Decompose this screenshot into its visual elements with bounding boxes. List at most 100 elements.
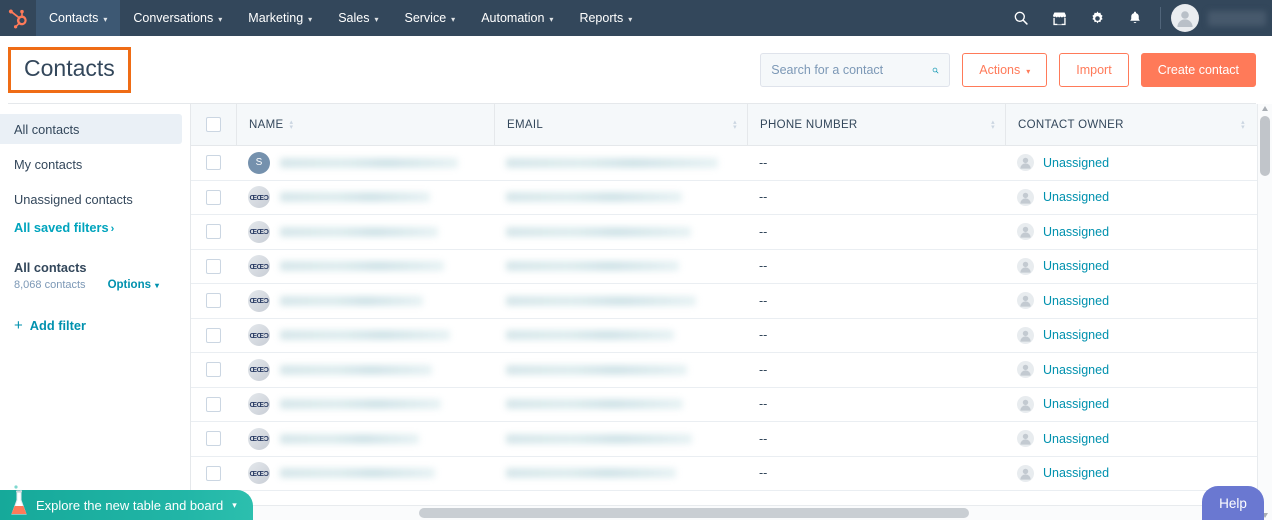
vertical-scrollbar[interactable] (1257, 104, 1272, 520)
all-saved-filters-link[interactable]: All saved filters › (0, 220, 190, 235)
nav-item-sales[interactable]: Sales ▾ (325, 0, 391, 36)
cell-name[interactable]: ŒŒƆ (236, 388, 494, 422)
table-row[interactable]: ŒŒƆ -- Unassigned (191, 456, 1272, 491)
hubspot-logo[interactable] (0, 0, 36, 36)
row-select-cell (191, 465, 236, 481)
table-row[interactable]: ŒŒƆ -- Unassigned (191, 387, 1272, 422)
table-row[interactable]: ŒŒƆ -- Unassigned (191, 249, 1272, 284)
table-row[interactable]: S -- Unassigned (191, 146, 1272, 181)
sort-icon[interactable]: ▴ ▾ (991, 119, 995, 131)
contact-name-redacted (280, 364, 432, 375)
table-row[interactable]: ŒŒƆ -- Unassigned (191, 353, 1272, 388)
contact-owner-link[interactable]: Unassigned (1043, 225, 1109, 239)
contact-owner-link[interactable]: Unassigned (1043, 363, 1109, 377)
nav-item-automation[interactable]: Automation ▾ (468, 0, 566, 36)
contact-owner-link[interactable]: Unassigned (1043, 466, 1109, 480)
column-header-name[interactable]: NAME ▴ ▾ (236, 104, 494, 146)
avatar[interactable] (1171, 4, 1199, 32)
cell-name[interactable]: ŒŒƆ (236, 284, 494, 318)
actions-button[interactable]: Actions ▾ (962, 53, 1048, 87)
nav-item-reports[interactable]: Reports ▾ (566, 0, 645, 36)
contact-owner-link[interactable]: Unassigned (1043, 397, 1109, 411)
table-row[interactable]: ŒŒƆ -- Unassigned (191, 422, 1272, 457)
sidebar-item-unassigned-contacts[interactable]: Unassigned contacts (0, 184, 182, 214)
column-header-contact-owner[interactable]: CONTACT OWNER ▴ ▾ (1005, 104, 1255, 146)
row-checkbox[interactable] (206, 293, 221, 309)
phone-number-value: -- (759, 362, 768, 377)
cell-name[interactable]: ŒŒƆ (236, 215, 494, 249)
column-header-phone-number[interactable]: PHONE NUMBER ▴ ▾ (747, 104, 1005, 146)
cell-name[interactable]: S (236, 146, 494, 180)
contact-owner-link[interactable]: Unassigned (1043, 190, 1109, 204)
nav-item-label: Marketing (248, 11, 304, 25)
contact-owner-link[interactable]: Unassigned (1043, 156, 1109, 170)
table-row[interactable]: ŒŒƆ -- Unassigned (191, 180, 1272, 215)
sort-icon[interactable]: ▴ ▾ (1241, 119, 1245, 131)
select-all-checkbox[interactable] (206, 117, 221, 132)
phone-number-value: -- (759, 155, 768, 170)
nav-item-marketing[interactable]: Marketing ▾ (235, 0, 325, 36)
nav-item-service[interactable]: Service ▾ (391, 0, 468, 36)
top-navigation-bar: Contacts ▾ Conversations ▾ Marketing ▾ S… (0, 0, 1272, 36)
add-filter-button[interactable]: + Add filter (0, 317, 190, 334)
horizontal-scroll-thumb[interactable] (419, 508, 969, 518)
table-row[interactable]: ŒŒƆ -- Unassigned (191, 284, 1272, 319)
row-select-cell (191, 293, 236, 309)
horizontal-scrollbar[interactable] (191, 505, 1257, 520)
search-input[interactable] (771, 63, 933, 77)
explore-new-table-banner[interactable]: Explore the new table and board ▾ (0, 490, 253, 520)
cell-name[interactable]: ŒŒƆ (236, 250, 494, 284)
cell-contact-owner: Unassigned (1005, 457, 1255, 491)
contact-avatar: ŒŒƆ (248, 393, 270, 416)
view-options-dropdown[interactable]: Options ▾ (108, 279, 159, 291)
sort-icon[interactable]: ▴ ▾ (289, 119, 293, 131)
row-checkbox[interactable] (206, 465, 221, 481)
cell-name[interactable]: ŒŒƆ (236, 422, 494, 456)
contact-owner-link[interactable]: Unassigned (1043, 294, 1109, 308)
table-row[interactable]: ŒŒƆ -- Unassigned (191, 318, 1272, 353)
nav-item-conversations[interactable]: Conversations ▾ (120, 0, 235, 36)
cell-contact-owner: Unassigned (1005, 388, 1255, 422)
table-body: S -- Unassigned ŒŒƆ -- Unassigned ŒŒƆ -- Unassig… (191, 146, 1272, 491)
scroll-up-arrow-icon[interactable] (1262, 106, 1268, 111)
cell-name[interactable]: ŒŒƆ (236, 457, 494, 491)
global-search-button[interactable] (1002, 0, 1040, 36)
row-checkbox[interactable] (206, 396, 221, 412)
row-select-cell (191, 431, 236, 447)
contact-owner-link[interactable]: Unassigned (1043, 328, 1109, 342)
sort-icon[interactable]: ▴ ▾ (733, 119, 737, 131)
create-contact-button[interactable]: Create contact (1140, 53, 1256, 87)
table-row[interactable]: ŒŒƆ -- Unassigned (191, 215, 1272, 250)
nav-item-contacts[interactable]: Contacts ▾ (36, 0, 121, 36)
sidebar-item-my-contacts[interactable]: My contacts (0, 149, 182, 179)
cell-email (494, 284, 747, 318)
settings-button[interactable] (1078, 0, 1116, 36)
help-button[interactable]: Help (1202, 486, 1264, 520)
contact-owner-link[interactable]: Unassigned (1043, 259, 1109, 273)
row-checkbox[interactable] (206, 327, 221, 343)
row-checkbox[interactable] (206, 258, 221, 274)
cell-name[interactable]: ŒŒƆ (236, 319, 494, 353)
search-icon (932, 67, 939, 73)
page-title: Contacts (24, 55, 115, 82)
marketplace-button[interactable] (1040, 0, 1078, 36)
contact-owner-link[interactable]: Unassigned (1043, 432, 1109, 446)
row-checkbox[interactable] (206, 224, 221, 240)
cell-name[interactable]: ŒŒƆ (236, 353, 494, 387)
vertical-scroll-thumb[interactable] (1260, 116, 1270, 176)
chevron-down-icon: ▾ (218, 14, 223, 24)
contact-email-redacted (506, 468, 676, 479)
row-checkbox[interactable] (206, 362, 221, 378)
phone-number-value: -- (759, 293, 768, 308)
import-button[interactable]: Import (1059, 53, 1129, 87)
contact-email-redacted (506, 192, 682, 203)
notifications-button[interactable] (1116, 0, 1154, 36)
cell-phone-number: -- (747, 353, 1005, 387)
cell-name[interactable]: ŒŒƆ (236, 181, 494, 215)
row-checkbox[interactable] (206, 155, 221, 171)
contact-search-box[interactable] (760, 53, 951, 87)
row-checkbox[interactable] (206, 431, 221, 447)
sidebar-item-all-contacts[interactable]: All contacts (0, 114, 182, 144)
row-checkbox[interactable] (206, 189, 221, 205)
column-header-email[interactable]: EMAIL ▴ ▾ (494, 104, 747, 146)
